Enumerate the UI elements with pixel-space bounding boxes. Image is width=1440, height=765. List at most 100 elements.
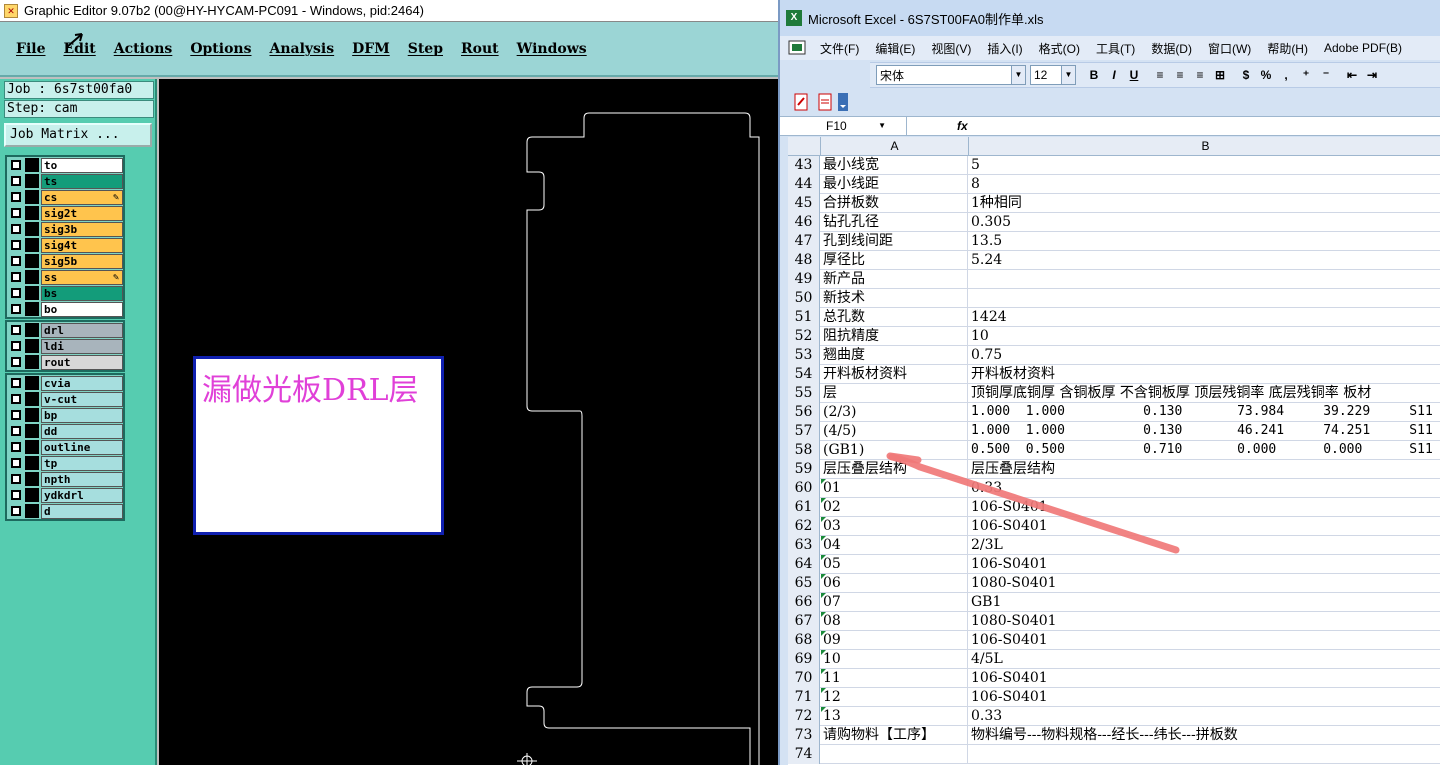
layer-name[interactable]: sig3b xyxy=(41,221,123,237)
cell-b[interactable]: 106-S0401 xyxy=(969,498,1440,517)
layer-name[interactable]: bs xyxy=(41,285,123,301)
menu-options[interactable]: Options xyxy=(190,41,251,57)
excel-menu-file[interactable]: 文件(F) xyxy=(820,40,859,57)
layer-row-d[interactable]: d xyxy=(7,503,123,519)
column-header-a[interactable]: A xyxy=(821,137,969,156)
layer-name[interactable]: ydkdrl xyxy=(41,487,123,503)
cell-b[interactable]: GB1 xyxy=(969,593,1440,612)
cell-a[interactable]: 请购物料【工序】 xyxy=(821,726,968,745)
cell-b[interactable] xyxy=(969,745,1440,764)
layer-checkbox[interactable] xyxy=(11,394,21,404)
cell-a[interactable]: 新技术 xyxy=(821,289,968,308)
cell-b[interactable]: 0.33 xyxy=(969,707,1440,726)
layer-checkbox[interactable] xyxy=(11,176,21,186)
cell-b[interactable]: 1080-S0401 xyxy=(969,612,1440,631)
fx-icon[interactable]: fx xyxy=(907,119,969,133)
pdf-email-icon[interactable] xyxy=(816,93,834,111)
menu-actions[interactable]: Actions xyxy=(114,41,173,57)
layer-row-drl[interactable]: drl xyxy=(7,322,123,338)
cell-a[interactable]: 05 xyxy=(821,555,968,574)
layer-row-sig2t[interactable]: sig2t xyxy=(7,205,123,221)
cell-a[interactable]: 09 xyxy=(821,631,968,650)
cell-a[interactable]: 08 xyxy=(821,612,968,631)
menu-dfm[interactable]: DFM xyxy=(352,41,390,57)
layer-row-bs[interactable]: bs xyxy=(7,285,123,301)
increase-decimal-icon[interactable]: ⁺ xyxy=(1296,68,1316,82)
chevron-down-icon[interactable]: ▼ xyxy=(1061,66,1075,84)
layer-checkbox[interactable] xyxy=(11,506,21,516)
cell-b[interactable]: 106-S0401 xyxy=(969,517,1440,536)
layer-name[interactable]: sig2t xyxy=(41,205,123,221)
percent-icon[interactable]: % xyxy=(1256,68,1276,82)
cell-a[interactable]: 02 xyxy=(821,498,968,517)
layer-checkbox[interactable] xyxy=(11,325,21,335)
layer-checkbox[interactable] xyxy=(11,240,21,250)
layer-name[interactable]: ts xyxy=(41,173,123,189)
layer-checkbox[interactable] xyxy=(11,357,21,367)
cell-b[interactable]: 0.305 xyxy=(969,213,1440,232)
layer-checkbox[interactable] xyxy=(11,256,21,266)
row-number[interactable]: 61 xyxy=(788,498,820,517)
layer-row-ss[interactable]: ss ✎ xyxy=(7,269,123,285)
layer-checkbox[interactable] xyxy=(11,458,21,468)
cell-a[interactable]: 最小线宽 xyxy=(821,156,968,175)
cell-b[interactable]: 10 xyxy=(969,327,1440,346)
layer-name[interactable]: sig4t xyxy=(41,237,123,253)
row-number[interactable]: 65 xyxy=(788,574,820,593)
layer-checkbox[interactable] xyxy=(11,341,21,351)
excel-menu-tools[interactable]: 工具(T) xyxy=(1096,40,1135,57)
layer-row-bp[interactable]: bp xyxy=(7,407,123,423)
layer-checkbox[interactable] xyxy=(11,224,21,234)
excel-menu-insert[interactable]: 插入(I) xyxy=(987,40,1022,57)
layer-name[interactable]: d xyxy=(41,503,123,519)
font-size-combo[interactable]: 12 ▼ xyxy=(1030,65,1076,85)
layer-row-ydkdrl[interactable]: ydkdrl xyxy=(7,487,123,503)
cell-b[interactable]: 1.000 1.000 0.130 46.241 74.251 S11 xyxy=(969,422,1440,441)
row-number[interactable]: 51 xyxy=(788,308,820,327)
cell-b[interactable]: 8 xyxy=(969,175,1440,194)
menu-step[interactable]: Step xyxy=(408,41,443,57)
row-number[interactable]: 48 xyxy=(788,251,820,270)
cell-a[interactable]: 07 xyxy=(821,593,968,612)
cell-a[interactable] xyxy=(821,745,968,764)
cell-a[interactable]: 最小线距 xyxy=(821,175,968,194)
cell-a[interactable]: 钻孔孔径 xyxy=(821,213,968,232)
layer-checkbox[interactable] xyxy=(11,304,21,314)
row-number[interactable]: 60 xyxy=(788,479,820,498)
decrease-indent-icon[interactable]: ⇤ xyxy=(1342,68,1362,82)
cell-b[interactable]: 106-S0401 xyxy=(969,555,1440,574)
row-number[interactable]: 46 xyxy=(788,213,820,232)
layer-checkbox[interactable] xyxy=(11,288,21,298)
layer-name[interactable]: cs ✎ xyxy=(41,189,123,205)
cell-a[interactable]: 层 xyxy=(821,384,968,403)
cell-b[interactable] xyxy=(969,289,1440,308)
row-number[interactable]: 53 xyxy=(788,346,820,365)
row-number[interactable]: 54 xyxy=(788,365,820,384)
layer-checkbox[interactable] xyxy=(11,410,21,420)
graphic-editor-titlebar[interactable]: ✕ Graphic Editor 9.07b2 (00@HY-HYCAM-PC0… xyxy=(0,0,778,22)
comma-icon[interactable]: , xyxy=(1276,68,1296,82)
layer-row-cs[interactable]: cs ✎ xyxy=(7,189,123,205)
cell-b[interactable]: 物料编号---物料规格---经长---纬长---拼板数 xyxy=(969,726,1440,745)
cell-a[interactable]: 12 xyxy=(821,688,968,707)
row-number[interactable]: 59 xyxy=(788,460,820,479)
layer-row-tp[interactable]: tp xyxy=(7,455,123,471)
row-number[interactable]: 74 xyxy=(788,745,820,764)
layer-checkbox[interactable] xyxy=(11,192,21,202)
layer-name[interactable]: v-cut xyxy=(41,391,123,407)
layer-checkbox[interactable] xyxy=(11,474,21,484)
cell-b[interactable]: 5 xyxy=(969,156,1440,175)
row-number[interactable]: 50 xyxy=(788,289,820,308)
row-number[interactable]: 64 xyxy=(788,555,820,574)
row-number[interactable]: 44 xyxy=(788,175,820,194)
cell-b[interactable]: 开料板材资料 xyxy=(969,365,1440,384)
layer-checkbox[interactable] xyxy=(11,378,21,388)
row-number[interactable]: 71 xyxy=(788,688,820,707)
layer-row-npth[interactable]: npth xyxy=(7,471,123,487)
layer-row-sig5b[interactable]: sig5b xyxy=(7,253,123,269)
layer-name[interactable]: dd xyxy=(41,423,123,439)
layer-row-v-cut[interactable]: v-cut xyxy=(7,391,123,407)
layer-row-bo[interactable]: bo xyxy=(7,301,123,317)
row-number[interactable]: 55 xyxy=(788,384,820,403)
cell-a[interactable]: 06 xyxy=(821,574,968,593)
